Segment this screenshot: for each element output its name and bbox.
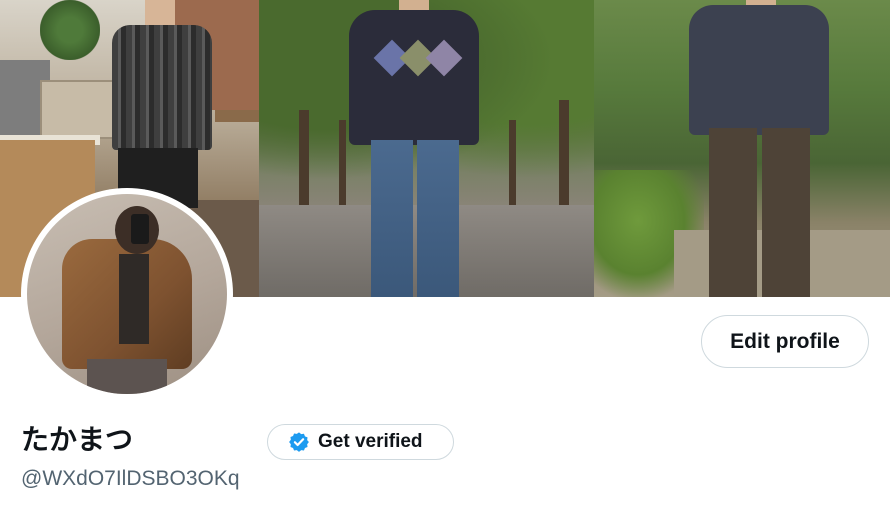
user-handle: @WXdO7IlDSBO3OKq	[21, 467, 240, 490]
get-verified-button[interactable]: Get verified	[267, 424, 454, 460]
profile-page: Edit profile たかまつ Get verified @WXdO7IlD…	[0, 0, 890, 515]
banner-photo-garden	[594, 0, 890, 297]
get-verified-label: Get verified	[318, 431, 423, 452]
edit-profile-button[interactable]: Edit profile	[701, 315, 869, 368]
avatar[interactable]	[21, 188, 233, 400]
verified-badge-icon	[288, 431, 310, 453]
banner-photo-park	[259, 0, 594, 297]
display-name: たかまつ	[21, 423, 134, 456]
avatar-photo	[27, 194, 227, 394]
